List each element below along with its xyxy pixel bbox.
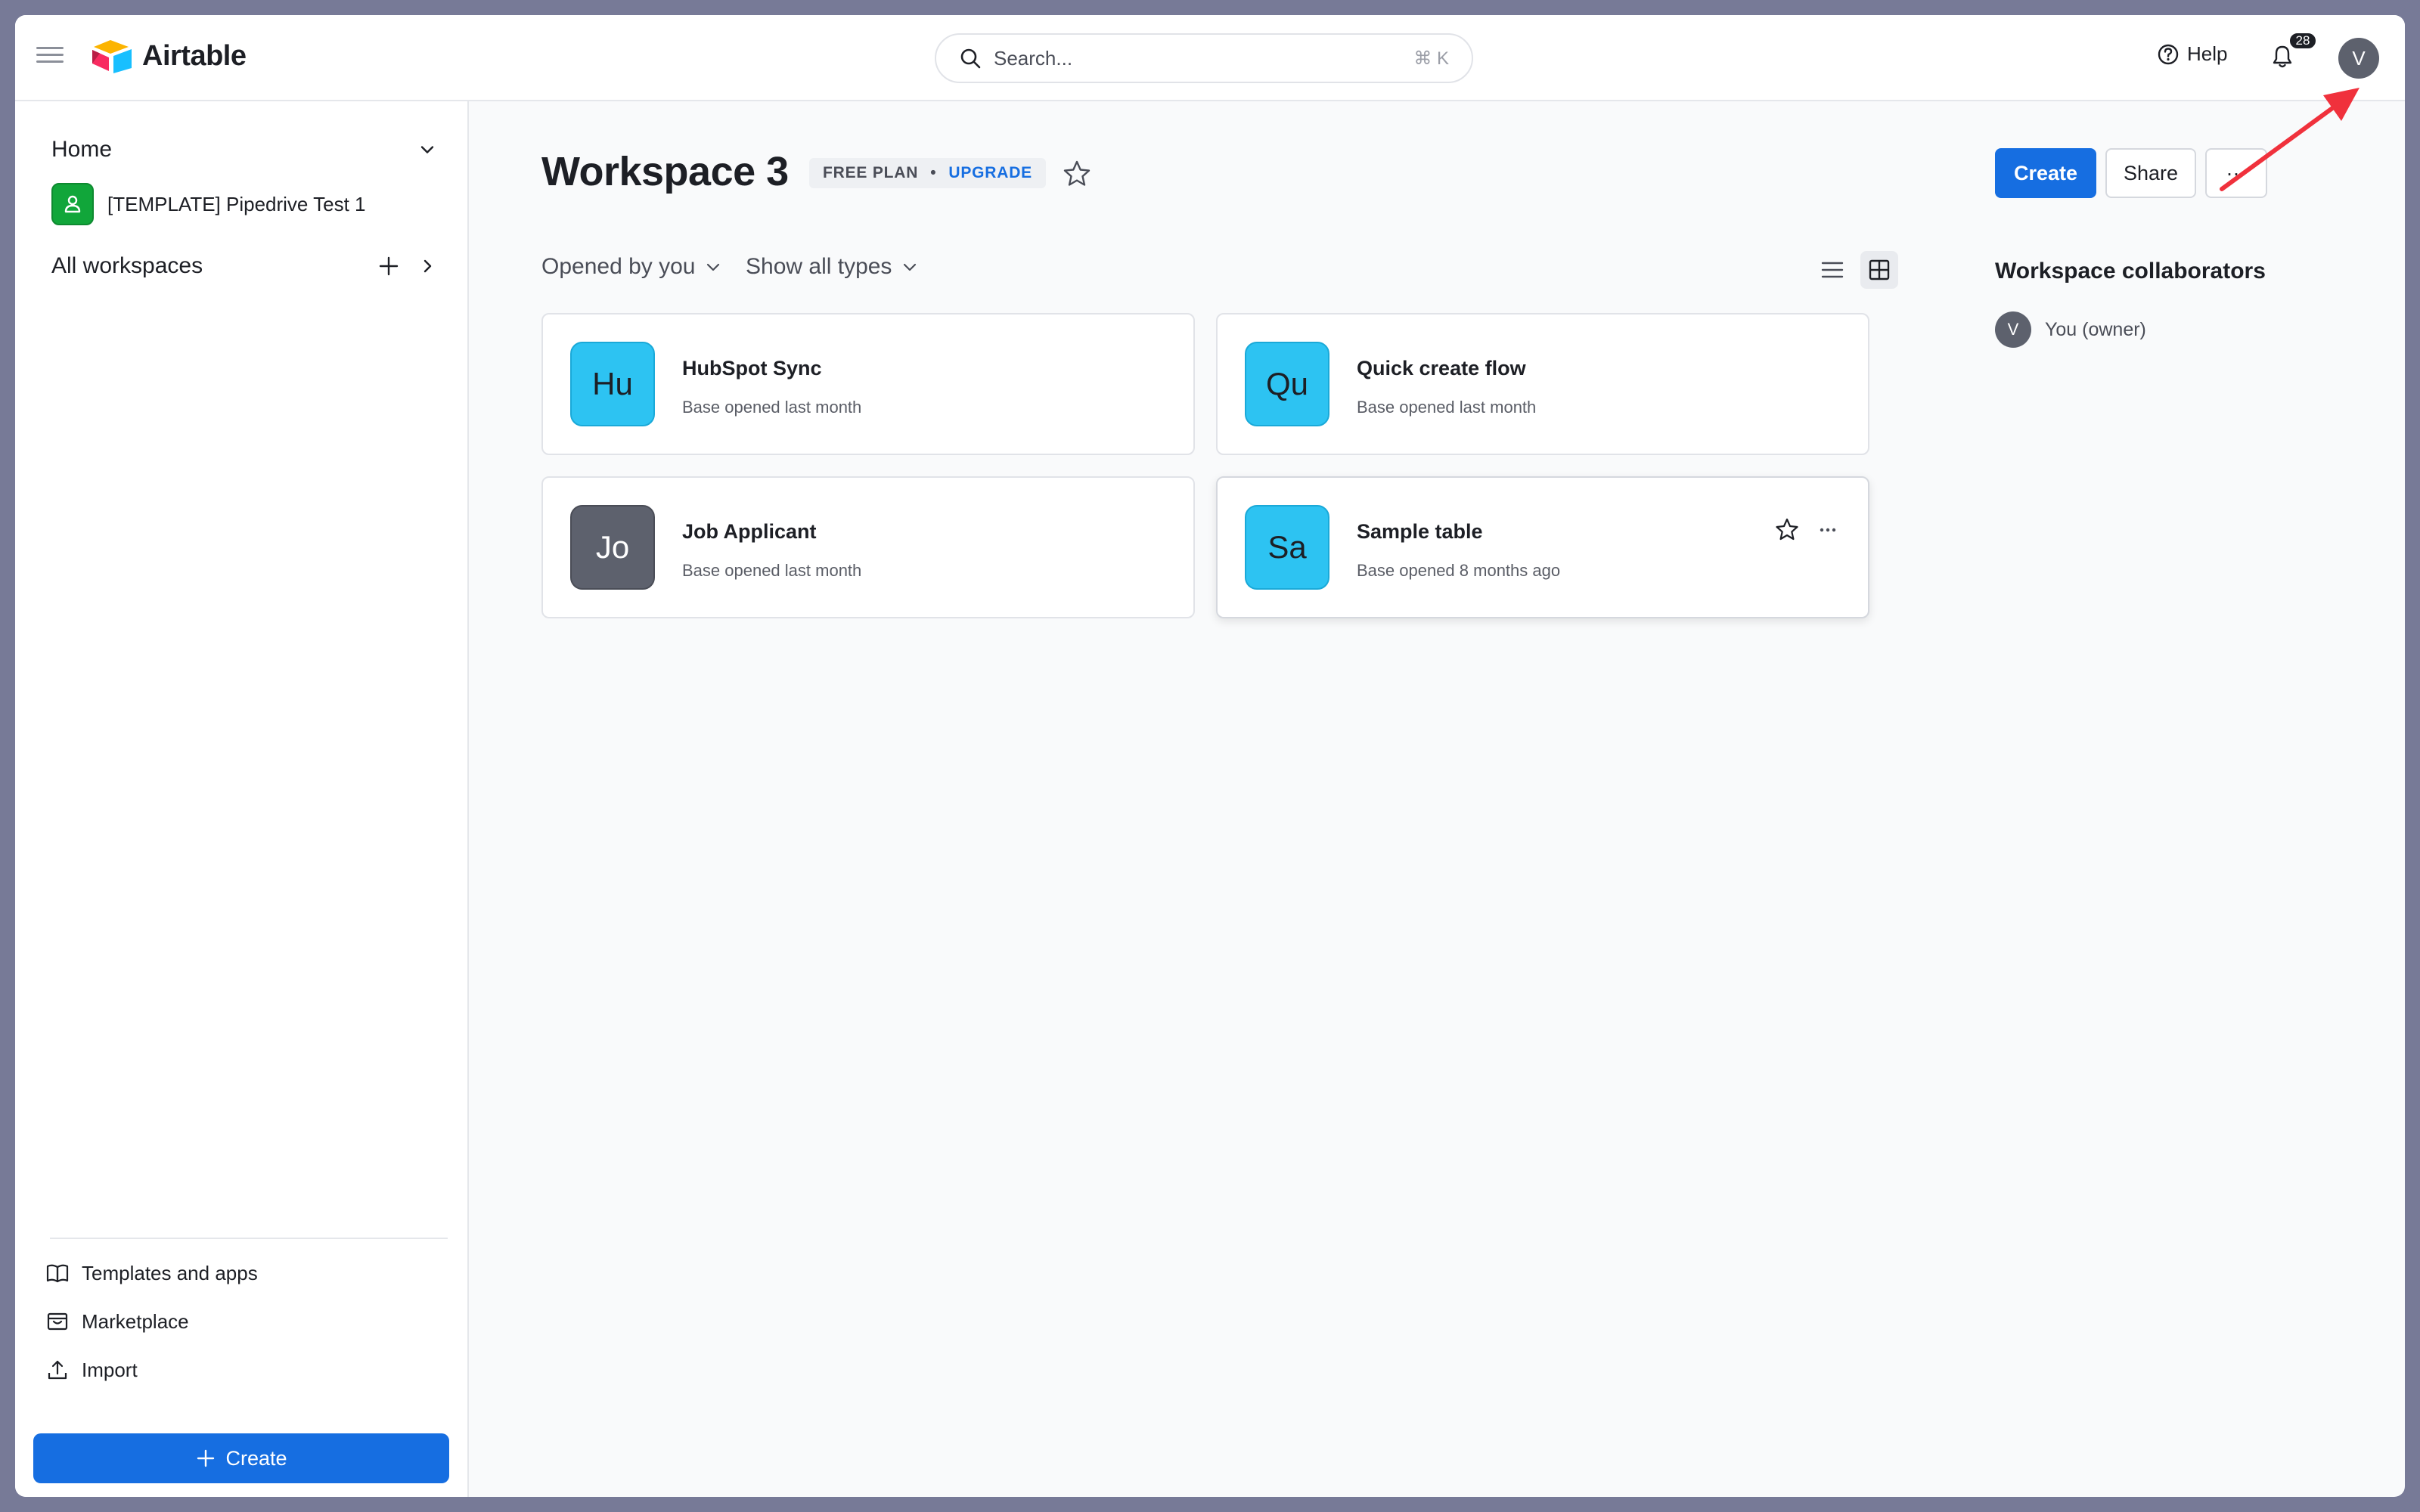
marketplace-icon — [47, 1312, 68, 1331]
brand-name: Airtable — [142, 39, 247, 72]
book-icon — [46, 1264, 69, 1283]
chevron-down-icon — [904, 263, 917, 271]
plan-separator: • — [930, 164, 937, 181]
help-button[interactable]: Help — [2157, 42, 2227, 66]
sidebar-home[interactable]: Home — [51, 135, 437, 165]
search-placeholder: Search... — [994, 46, 1073, 70]
sidebar-import-link[interactable]: Import — [45, 1358, 138, 1382]
base-icon: Jo — [570, 505, 655, 590]
templates-label: Templates and apps — [82, 1261, 258, 1284]
user-icon — [64, 195, 81, 213]
airtable-logo-icon — [92, 40, 132, 73]
account-avatar[interactable]: V — [2338, 38, 2379, 79]
help-circle-icon — [2158, 44, 2179, 64]
base-name: Sample table — [1357, 520, 1483, 543]
top-bar: Airtable Search... ⌘ K Help 28 V — [15, 15, 2405, 101]
chevron-down-icon — [707, 263, 720, 271]
all-workspaces-label[interactable]: All workspaces — [51, 253, 375, 279]
sidebar-marketplace-link[interactable]: Marketplace — [45, 1309, 189, 1334]
chevron-right-icon[interactable] — [417, 256, 437, 276]
more-options-button[interactable]: ··· — [2205, 148, 2267, 198]
airtable-logo[interactable]: Airtable — [91, 38, 247, 74]
menu-icon[interactable] — [36, 42, 64, 70]
search-bar[interactable]: Search... ⌘ K — [935, 33, 1473, 83]
sidebar-templates-link[interactable]: Templates and apps — [45, 1261, 258, 1285]
star-icon[interactable] — [1774, 517, 1800, 543]
more-options-icon[interactable] — [1815, 517, 1841, 543]
base-icon — [51, 183, 94, 225]
opened-by-label: Opened by you — [541, 254, 696, 279]
base-card-hubspot-sync[interactable]: Hu HubSpot Sync Base opened last month — [541, 313, 1195, 455]
plus-icon — [197, 1449, 215, 1467]
upload-icon — [48, 1360, 67, 1380]
plan-badge: FREE PLAN • UPGRADE — [809, 158, 1046, 188]
avatar: V — [1995, 311, 2031, 348]
base-icon: Sa — [1245, 505, 1329, 590]
create-button[interactable]: Create — [1995, 148, 2096, 198]
opened-by-filter[interactable]: Opened by you — [541, 254, 722, 280]
base-card-sample-table[interactable]: Sa Sample table Base opened 8 months ago — [1216, 476, 1869, 618]
grid-view-icon — [1869, 259, 1890, 280]
list-view-icon[interactable] — [1818, 256, 1847, 284]
base-card-quick-create-flow[interactable]: Qu Quick create flow Base opened last mo… — [1216, 313, 1869, 455]
type-filter[interactable]: Show all types — [746, 254, 919, 280]
sidebar-divider — [50, 1238, 448, 1239]
base-card-job-applicant[interactable]: Jo Job Applicant Base opened last month — [541, 476, 1195, 618]
sidebar: Home [TEMPLATE] Pipedrive Test 1 All wor… — [15, 101, 469, 1497]
base-meta: Base opened last month — [682, 398, 862, 417]
base-icon: Qu — [1245, 342, 1329, 426]
sidebar-home-label: Home — [51, 137, 113, 162]
base-meta: Base opened last month — [1357, 398, 1537, 417]
import-label: Import — [82, 1358, 138, 1381]
notification-count-badge: 28 — [2288, 32, 2317, 50]
plus-icon[interactable] — [375, 253, 402, 280]
share-button[interactable]: Share — [2105, 148, 2196, 198]
sidebar-create-label: Create — [225, 1446, 287, 1470]
free-plan-label: FREE PLAN — [823, 164, 919, 181]
app-window: Airtable Search... ⌘ K Help 28 V Home [T… — [15, 15, 2405, 1497]
collaborator-item[interactable]: V You (owner) — [1995, 311, 2146, 348]
star-icon[interactable] — [1062, 159, 1092, 189]
base-meta: Base opened last month — [682, 561, 862, 580]
upgrade-link[interactable]: UPGRADE — [948, 164, 1032, 182]
sidebar-base-label: [TEMPLATE] Pipedrive Test 1 — [107, 192, 366, 215]
collaborators-title: Workspace collaborators — [1995, 259, 2266, 284]
type-filter-label: Show all types — [746, 254, 892, 279]
base-icon: Hu — [570, 342, 655, 426]
base-name: Job Applicant — [682, 520, 817, 543]
sidebar-item-pipedrive-test[interactable]: [TEMPLATE] Pipedrive Test 1 — [51, 183, 366, 225]
search-icon — [960, 48, 981, 69]
marketplace-label: Marketplace — [82, 1309, 189, 1333]
help-label: Help — [2187, 42, 2228, 65]
sidebar-create-button[interactable]: Create — [33, 1433, 449, 1483]
page-title: Workspace 3 — [541, 149, 789, 194]
grid-view-button[interactable] — [1860, 251, 1898, 289]
base-meta: Base opened 8 months ago — [1357, 561, 1561, 580]
search-shortcut: ⌘ K — [1413, 48, 1449, 69]
sidebar-all-workspaces: All workspaces — [51, 251, 437, 281]
collaborator-label: You (owner) — [2045, 318, 2146, 340]
base-name: Quick create flow — [1357, 357, 1526, 380]
base-name: HubSpot Sync — [682, 357, 822, 380]
chevron-down-icon[interactable] — [417, 140, 437, 160]
